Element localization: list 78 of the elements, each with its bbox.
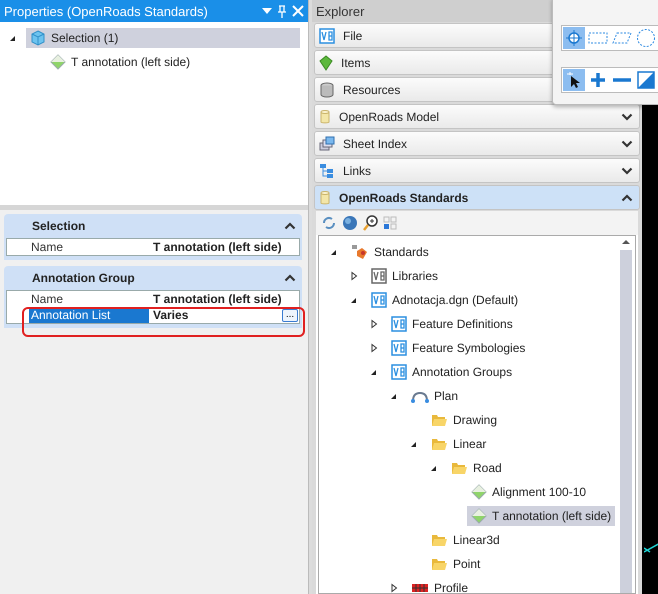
v8-file-icon (319, 28, 335, 44)
tree-item[interactable]: Road (447, 458, 506, 478)
tree-item[interactable]: Feature Symbologies (387, 338, 530, 358)
explorer-section-header[interactable]: OpenRoads Standards (314, 185, 640, 210)
scrollbar-thumb[interactable] (620, 250, 632, 593)
collapsed-arrow-icon[interactable] (349, 271, 359, 281)
tree-item[interactable]: Alignment 100-10 (467, 482, 590, 502)
category-header[interactable]: Annotation Group (4, 266, 302, 290)
v8-file-icon (391, 340, 407, 356)
category-title: Selection (32, 219, 86, 233)
close-icon[interactable] (292, 5, 304, 17)
folder-icon (431, 532, 448, 548)
database-icon (319, 82, 335, 98)
explorer-section-header[interactable]: OpenRoads Model (314, 104, 640, 129)
tree-item[interactable]: Libraries (367, 266, 442, 286)
collapsed-arrow-icon[interactable] (369, 343, 379, 353)
tree-item[interactable]: Adnotacja.dgn (Default) (367, 290, 522, 310)
property-value: T annotation (left side) (152, 240, 283, 254)
cube-icon (30, 30, 46, 46)
category-header[interactable]: Selection (4, 214, 302, 238)
tree-item[interactable]: Drawing (427, 410, 502, 430)
pin-icon[interactable] (278, 4, 286, 18)
property-name[interactable]: Name (29, 291, 149, 307)
dropdown-icon[interactable] (262, 8, 272, 14)
folder-icon (431, 436, 448, 452)
tree-item[interactable]: Profile (407, 579, 472, 593)
folder-icon (431, 412, 448, 428)
v8-file-icon (371, 268, 387, 284)
tree-item[interactable]: Linear (427, 434, 490, 454)
tree-item[interactable]: Linear3d (427, 530, 504, 550)
property-value: T annotation (left side) (152, 292, 283, 306)
gem-icon (319, 54, 333, 70)
hierarchy-icon (319, 162, 335, 178)
diamond-icon (471, 484, 487, 500)
chevron-up-icon[interactable] (284, 274, 296, 282)
tree-item[interactable]: Selection (1) (26, 28, 300, 48)
sheets-icon (319, 136, 335, 152)
chevron-up-icon[interactable] (284, 222, 296, 230)
explorer-section-header[interactable]: Sheet Index (314, 131, 640, 156)
chevron-down-icon[interactable] (621, 166, 633, 174)
crosshair-icon[interactable] (563, 27, 585, 49)
folder-icon (431, 556, 448, 572)
zoom-icon[interactable] (362, 214, 380, 232)
tree-item[interactable]: Point (427, 554, 484, 574)
toggle-icon[interactable] (635, 69, 657, 91)
tree-item[interactable]: T annotation (left side) (467, 506, 616, 526)
grid-icon (411, 582, 429, 593)
v8-file-icon (371, 292, 387, 308)
collapsed-arrow-icon[interactable] (369, 319, 379, 329)
refresh-icon[interactable] (320, 214, 338, 232)
tree-item[interactable]: Plan (407, 386, 462, 406)
chevron-down-icon[interactable] (621, 112, 633, 120)
collapsed-arrow-icon[interactable] (389, 583, 399, 593)
pointer-icon[interactable] (563, 69, 585, 91)
tree-item[interactable]: Annotation Groups (387, 362, 516, 382)
browse-button[interactable]: ... (282, 308, 298, 322)
standards-icon (351, 244, 369, 260)
property-value: Varies (152, 308, 190, 322)
panel-title: Properties (OpenRoads Standards) (4, 4, 209, 18)
category-title: Annotation Group (32, 271, 135, 285)
cylinder-icon (319, 108, 331, 124)
scroll-up-icon[interactable] (621, 238, 631, 246)
explorer-section-header[interactable]: Links (314, 158, 640, 183)
diamond-icon (50, 54, 66, 70)
cylinder-icon (319, 190, 331, 206)
circle-icon[interactable] (635, 27, 657, 49)
grid-view-icon[interactable] (383, 216, 397, 230)
tree-item[interactable]: Feature Definitions (387, 314, 517, 334)
globe-icon[interactable] (341, 214, 359, 232)
v8-file-icon (391, 316, 407, 332)
diamond-icon (471, 508, 487, 524)
chevron-down-icon[interactable] (621, 140, 633, 148)
property-name[interactable]: Name (29, 239, 149, 255)
tree-item[interactable]: Standards (347, 242, 433, 262)
tree-item[interactable]: T annotation (left side) (46, 52, 194, 72)
chevron-up-icon[interactable] (621, 194, 633, 202)
v8-file-icon (391, 364, 407, 380)
folder-icon (451, 460, 468, 476)
